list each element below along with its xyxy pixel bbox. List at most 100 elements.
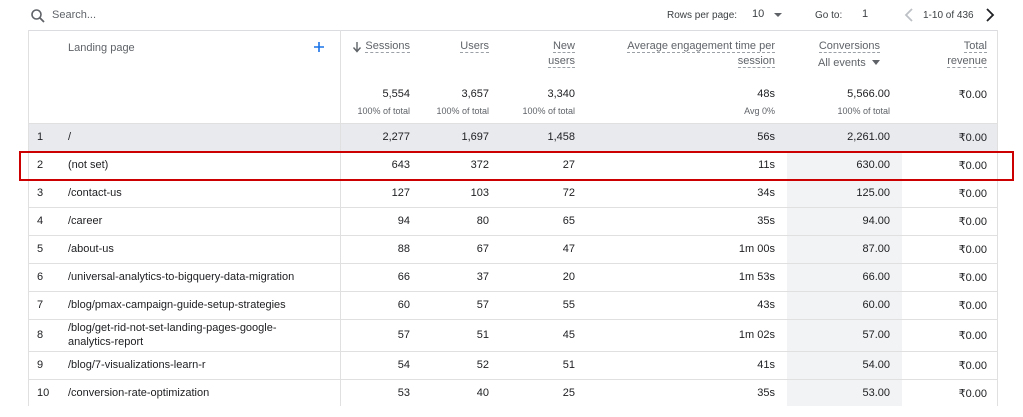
goto-label: Go to: bbox=[815, 10, 843, 21]
revenue-cell: ₹0.00 bbox=[958, 388, 987, 400]
table-row[interactable]: 3/contact-us 127 103 72 34s 125.00 ₹0.00 bbox=[28, 179, 998, 207]
chevron-right-icon[interactable] bbox=[984, 7, 996, 23]
table-row[interactable]: 10/conversion-rate-optimization 53 40 25 35s… bbox=[28, 379, 998, 406]
engagement-cell: 1m 00s bbox=[738, 243, 775, 255]
row-index: 3 bbox=[37, 187, 44, 199]
landing-page-cell[interactable]: /blog/pmax-campaign-guide-setup-strategi… bbox=[68, 299, 338, 311]
total-revenue: ₹0.00 bbox=[958, 89, 987, 101]
conversions-cell: 125.00 bbox=[856, 187, 890, 199]
header-revenue-line1: Total bbox=[963, 40, 987, 53]
row-index: 9 bbox=[37, 359, 44, 371]
total-sessions: 5,554 bbox=[382, 88, 410, 100]
search-icon[interactable] bbox=[30, 8, 46, 24]
rows-per-page-select[interactable]: 10 bbox=[752, 8, 764, 20]
table-row[interactable]: 5/about-us 88 67 47 1m 00s 87.00 ₹0.00 bbox=[28, 235, 998, 263]
landing-page-cell[interactable]: /blog/get-rid-not-set-landing-pages-goog… bbox=[68, 321, 338, 335]
users-cell: 103 bbox=[470, 187, 489, 199]
row-index: 10 bbox=[37, 387, 50, 399]
landing-page-cell[interactable]: /blog/7-visualizations-learn-r bbox=[68, 359, 338, 371]
new-users-cell: 25 bbox=[562, 387, 575, 399]
row-index: 6 bbox=[37, 271, 44, 283]
total-users-sub: 100% of total bbox=[436, 106, 489, 116]
header-total-revenue[interactable]: Total revenue bbox=[920, 39, 987, 69]
header-new-users[interactable]: New users bbox=[510, 39, 575, 69]
sessions-cell: 2,277 bbox=[382, 131, 410, 143]
new-users-cell: 72 bbox=[562, 187, 575, 199]
new-users-cell: 51 bbox=[562, 359, 575, 371]
chevron-left-icon[interactable] bbox=[903, 7, 915, 23]
header-revenue-line2: revenue bbox=[947, 55, 987, 68]
revenue-cell: ₹0.00 bbox=[958, 272, 987, 284]
revenue-cell: ₹0.00 bbox=[958, 300, 987, 312]
landing-page-cell[interactable]: /career bbox=[68, 215, 338, 227]
landing-page-cell-line2[interactable]: analytics-report bbox=[68, 335, 143, 349]
revenue-cell: ₹0.00 bbox=[958, 244, 987, 256]
header-landing-page[interactable]: Landing page bbox=[68, 41, 135, 56]
table-row[interactable]: 1 / 2,277 1,697 1,458 56s 2,261.00 ₹0.00 bbox=[28, 123, 998, 151]
row-index: 5 bbox=[37, 243, 44, 255]
conversions-filter-select[interactable]: All events bbox=[818, 56, 866, 71]
header-conversions-label: Conversions bbox=[818, 40, 880, 53]
table-row[interactable]: 7/blog/pmax-campaign-guide-setup-strateg… bbox=[28, 291, 998, 319]
sort-down-icon[interactable] bbox=[352, 41, 362, 53]
rows-per-page-label: Rows per page: bbox=[667, 10, 738, 21]
revenue-cell: ₹0.00 bbox=[958, 132, 987, 144]
sessions-cell: 60 bbox=[397, 299, 410, 311]
conversions-cell: 57.00 bbox=[862, 329, 890, 341]
conversions-cell: 87.00 bbox=[862, 243, 890, 255]
header-new-users-line1: New bbox=[552, 40, 575, 53]
header-avg-eng-line1: Average engagement time per bbox=[627, 40, 775, 53]
engagement-cell: 41s bbox=[757, 359, 775, 371]
sessions-cell: 127 bbox=[391, 187, 410, 199]
total-new-users: 3,340 bbox=[547, 88, 575, 100]
header-new-users-line2: users bbox=[548, 55, 575, 68]
users-cell: 40 bbox=[476, 387, 489, 399]
total-conversions-sub: 100% of total bbox=[837, 106, 890, 116]
search-input[interactable] bbox=[52, 8, 352, 22]
users-cell: 37 bbox=[476, 271, 489, 283]
engagement-cell: 34s bbox=[757, 187, 775, 199]
caret-down-icon[interactable] bbox=[872, 60, 880, 66]
engagement-cell: 1m 53s bbox=[738, 271, 775, 283]
sessions-cell: 53 bbox=[397, 387, 410, 399]
conversions-cell: 94.00 bbox=[862, 215, 890, 227]
header-sessions[interactable]: Sessions bbox=[362, 39, 410, 54]
new-users-cell: 20 bbox=[562, 271, 575, 283]
caret-down-icon[interactable] bbox=[773, 10, 783, 20]
revenue-cell: ₹0.00 bbox=[958, 330, 987, 342]
revenue-cell: ₹0.00 bbox=[958, 360, 987, 372]
header-users[interactable]: Users bbox=[430, 39, 489, 54]
table-row[interactable]: 9/blog/7-visualizations-learn-r 54 52 51 41s… bbox=[28, 351, 998, 379]
engagement-cell: 35s bbox=[757, 387, 775, 399]
table-row[interactable]: 6/universal-analytics-to-bigquery-data-m… bbox=[28, 263, 998, 291]
table-row[interactable]: 4/career 94 80 65 35s 94.00 ₹0.00 bbox=[28, 207, 998, 235]
landing-page-cell[interactable]: / bbox=[68, 131, 338, 143]
goto-input[interactable]: 1 bbox=[862, 8, 868, 20]
landing-page-cell[interactable]: /universal-analytics-to-bigquery-data-mi… bbox=[68, 271, 338, 283]
header-avg-engagement[interactable]: Average engagement time per session bbox=[600, 39, 775, 69]
conversions-cell: 2,261.00 bbox=[847, 131, 890, 143]
add-icon[interactable] bbox=[313, 41, 325, 53]
header-avg-eng-line2: session bbox=[737, 55, 775, 68]
total-avg-engagement-sub: Avg 0% bbox=[744, 106, 775, 116]
total-users: 3,657 bbox=[461, 88, 489, 100]
total-new-users-sub: 100% of total bbox=[522, 106, 575, 116]
row-index: 4 bbox=[37, 215, 44, 227]
conversions-cell: 66.00 bbox=[862, 271, 890, 283]
conversions-cell: 53.00 bbox=[862, 387, 890, 399]
new-users-cell: 47 bbox=[562, 243, 575, 255]
landing-page-cell[interactable]: /conversion-rate-optimization bbox=[68, 387, 338, 399]
landing-page-cell[interactable]: /contact-us bbox=[68, 187, 338, 199]
users-cell: 52 bbox=[476, 359, 489, 371]
revenue-cell: ₹0.00 bbox=[958, 216, 987, 228]
new-users-cell: 45 bbox=[562, 329, 575, 341]
conversions-cell: 60.00 bbox=[862, 299, 890, 311]
landing-page-cell[interactable]: /about-us bbox=[68, 243, 338, 255]
table-row[interactable]: 8/blog/get-rid-not-set-landing-pages-goo… bbox=[28, 319, 998, 351]
conversions-cell: 54.00 bbox=[862, 359, 890, 371]
total-conversions: 5,566.00 bbox=[847, 88, 890, 100]
highlight-box bbox=[19, 151, 1014, 181]
header-conversions[interactable]: Conversions bbox=[800, 39, 880, 54]
sessions-cell: 66 bbox=[397, 271, 410, 283]
header-sessions-label: Sessions bbox=[365, 40, 410, 53]
